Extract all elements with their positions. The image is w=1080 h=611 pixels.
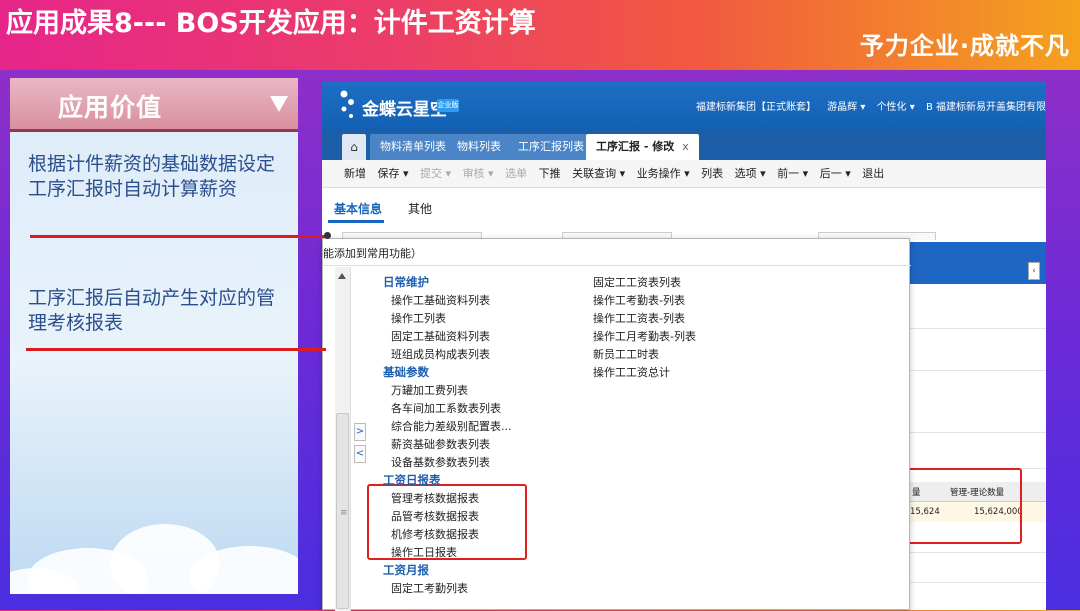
subtab-other[interactable]: 其他 bbox=[408, 200, 432, 217]
scroll-thumb[interactable]: ≡ bbox=[336, 413, 349, 609]
menu-item[interactable]: 固定工考勤列表 bbox=[391, 580, 468, 596]
subtab-bar: 基本信息 其他 bbox=[322, 188, 1046, 224]
menu-item[interactable]: 万罐加工费列表 bbox=[391, 382, 468, 398]
menu-item[interactable]: 品管考核数据报表 bbox=[391, 508, 479, 524]
menu-category: 基础参数 bbox=[383, 365, 429, 379]
menu-item[interactable]: 操作工工资总计 bbox=[593, 364, 670, 380]
menu-item[interactable]: 设备基数参数表列表 bbox=[391, 454, 490, 470]
menu-category: 工资日报表 bbox=[383, 473, 441, 487]
menu-item[interactable]: 综合能力差级别配置表... bbox=[391, 418, 512, 434]
toolbar-push-button[interactable]: 下推 bbox=[539, 167, 561, 180]
toolbar-submit-button[interactable]: 提交 ▾ bbox=[420, 167, 451, 180]
logo-text: 金蝶云星空 bbox=[362, 100, 447, 120]
dropdown-scrollbar[interactable]: ≡ bbox=[335, 267, 351, 611]
menu-item[interactable]: 管理考核数据报表 bbox=[391, 490, 479, 506]
toolbar-audit-button[interactable]: 审核 ▾ bbox=[463, 167, 494, 180]
logo-badge: 企业版 bbox=[437, 99, 459, 112]
toolbar-new-button[interactable]: 新增 bbox=[344, 167, 366, 180]
value-panel: 应用价值 根据计件薪资的基础数据设定工序汇报时自动计算薪资 工序汇报后自动产生对… bbox=[10, 78, 298, 594]
toolbar-business-button[interactable]: 业务操作 ▾ bbox=[637, 167, 690, 180]
tab-label: 工序汇报 - 修改 bbox=[596, 140, 675, 153]
function-dropdown: 能添加到常用功能） ≡ > < 日常维护操作工基础资料列表 操作工列表固定工基础资… bbox=[322, 238, 911, 611]
menu-item[interactable]: 操作工基础资料列表 bbox=[391, 292, 490, 308]
panel-header[interactable]: 应用价值 bbox=[10, 78, 298, 132]
menu-item[interactable]: 操作工日报表 bbox=[391, 544, 457, 560]
collapse-icon[interactable]: ‹ bbox=[1028, 262, 1040, 280]
dropdown-hint: 能添加到常用功能） bbox=[323, 247, 422, 260]
value-point-1: 根据计件薪资的基础数据设定工序汇报时自动计算薪资 bbox=[28, 153, 276, 200]
erp-topbar: 金蝶云星空 企业版 福建标新集团【正式账套】 游晶辉 ▾ 个性化 ▾ B 福建标… bbox=[322, 82, 1046, 130]
toolbar-options-button[interactable]: 选项 ▾ bbox=[735, 167, 766, 180]
menu-item[interactable]: 操作工月考勤表-列表 bbox=[593, 328, 696, 344]
toolbar-next-button[interactable]: 后一 ▾ bbox=[820, 167, 851, 180]
toolbar-related-query-button[interactable]: 关联查询 ▾ bbox=[572, 167, 625, 180]
slogan: 予力企业·成就不凡 bbox=[859, 32, 1070, 60]
menu-item[interactable]: 操作工工资表-列表 bbox=[593, 310, 685, 326]
toolbar-exit-button[interactable]: 退出 bbox=[862, 167, 884, 180]
toolbar-save-button[interactable]: 保存 ▾ bbox=[378, 167, 409, 180]
connector-dot bbox=[324, 232, 331, 239]
tab-material-list[interactable]: 物料列表 bbox=[447, 134, 511, 160]
connector-line bbox=[30, 235, 330, 238]
menu-item[interactable]: 机修考核数据报表 bbox=[391, 526, 479, 542]
grip-icon: ≡ bbox=[340, 508, 348, 518]
menu-item[interactable]: 操作工考勤表-列表 bbox=[593, 292, 685, 308]
logo-dots-icon bbox=[340, 90, 354, 118]
tab-bom-list[interactable]: 物料清单列表 bbox=[370, 134, 456, 160]
menu-category: 工资月报 bbox=[383, 563, 429, 577]
toolbar-select-button[interactable]: 选单 bbox=[505, 167, 527, 180]
section-band bbox=[910, 242, 1046, 284]
value-point-2: 工序汇报后自动产生对应的管理考核报表 bbox=[28, 287, 276, 334]
home-icon[interactable]: ⌂ bbox=[342, 134, 366, 160]
collapse-icon[interactable]: < bbox=[354, 445, 366, 463]
toolbar-prev-button[interactable]: 前一 ▾ bbox=[777, 167, 808, 180]
connector-line bbox=[26, 348, 326, 351]
user-menu[interactable]: 游晶辉 ▾ bbox=[827, 102, 865, 113]
account-set[interactable]: 福建标新集团【正式账套】 bbox=[696, 102, 816, 113]
dropdown-divider bbox=[323, 265, 911, 266]
menu-item[interactable]: 固定工工资表列表 bbox=[593, 274, 681, 290]
subtab-basic-info[interactable]: 基本信息 bbox=[334, 200, 382, 217]
slide-title: 应用成果8--- BOS开发应用：计件工资计算 bbox=[6, 8, 536, 39]
tab-bar: ⌂ 物料清单列表 物料列表 工序汇报列表 工序汇报 - 修改 x bbox=[322, 130, 1046, 160]
toolbar: 新增 保存 ▾ 提交 ▾ 审核 ▾ 选单 下推 关联查询 ▾ 业务操作 ▾ 列表… bbox=[322, 160, 1046, 188]
close-icon[interactable]: x bbox=[682, 140, 689, 153]
subtab-underline bbox=[328, 220, 384, 223]
personalize-menu[interactable]: 个性化 ▾ bbox=[877, 102, 915, 113]
highlight-box bbox=[904, 468, 1022, 544]
org-selector[interactable]: B 福建标新易开盖集团有限 bbox=[926, 102, 1046, 113]
menu-item[interactable]: 固定工基础资料列表 bbox=[391, 328, 490, 344]
menu-category: 日常维护 bbox=[383, 275, 429, 289]
menu-item[interactable]: 操作工列表 bbox=[391, 310, 446, 326]
menu-item[interactable]: 薪资基础参数表列表 bbox=[391, 436, 490, 452]
menu-item[interactable]: 班组成员构成表列表 bbox=[391, 346, 490, 362]
scroll-up-icon[interactable] bbox=[338, 273, 346, 279]
toolbar-list-button[interactable]: 列表 bbox=[701, 167, 723, 180]
topbar-menu: 福建标新集团【正式账套】 游晶辉 ▾ 个性化 ▾ B 福建标新易开盖集团有限 bbox=[688, 98, 1046, 113]
menu-item[interactable]: 新员工工时表 bbox=[593, 346, 659, 362]
tab-process-report-list[interactable]: 工序汇报列表 bbox=[508, 134, 594, 160]
triangle-down-icon[interactable] bbox=[270, 96, 288, 112]
menu-item[interactable]: 各车间加工系数表列表 bbox=[391, 400, 501, 416]
tab-process-report-edit[interactable]: 工序汇报 - 修改 x bbox=[586, 134, 699, 160]
expand-icon[interactable]: > bbox=[354, 423, 366, 441]
panel-header-label: 应用价值 bbox=[58, 93, 163, 122]
